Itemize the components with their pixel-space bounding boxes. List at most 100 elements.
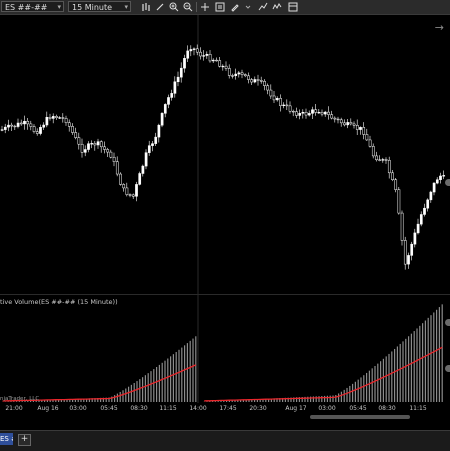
volume-panel-handle-top[interactable]	[445, 319, 450, 326]
candle-body	[228, 68, 230, 75]
candle-body	[180, 68, 182, 77]
candle-body	[302, 112, 304, 113]
candle-body	[289, 106, 291, 111]
candle-body	[417, 224, 419, 233]
candle-body	[286, 105, 288, 106]
candle-body	[334, 118, 336, 119]
indicator-label: tive Volume(ES ##-## (15 Minute))	[0, 298, 118, 306]
volume-bar	[122, 390, 123, 402]
candle-body	[238, 73, 240, 74]
candle-body	[385, 160, 387, 161]
volume-bar	[425, 321, 426, 402]
candle-body	[219, 61, 221, 67]
volume-bar	[419, 326, 420, 402]
candle-body	[308, 113, 310, 115]
volume-bar	[430, 315, 431, 402]
candle-body	[129, 195, 131, 196]
x-tick: 03:00	[318, 405, 335, 412]
volume-bar	[377, 364, 378, 402]
candle-body	[305, 112, 307, 115]
candle-body	[363, 127, 365, 134]
data-box-icon[interactable]	[215, 2, 225, 12]
properties-icon[interactable]	[288, 2, 298, 12]
instrument-selector[interactable]: ES ##-## ▾	[1, 1, 64, 12]
cumulative-volume-line	[204, 347, 442, 401]
strategy-icon[interactable]	[258, 2, 268, 12]
price-panel-handle[interactable]	[445, 179, 450, 186]
volume-bar	[181, 348, 182, 402]
volume-bar	[178, 350, 179, 402]
candle-body	[315, 110, 317, 113]
drawing-tools-chevron-icon[interactable]	[243, 2, 253, 12]
candle-body	[30, 124, 32, 127]
x-axis: 21:00 Aug 16 03:00 05:45 08:30 11:15 14:…	[0, 402, 450, 425]
price-panel[interactable]: →	[0, 15, 450, 294]
crosshair-icon[interactable]	[200, 2, 210, 12]
volume-bar	[167, 359, 168, 402]
drawing-tools-icon[interactable]	[230, 2, 240, 12]
volume-bar	[195, 336, 196, 402]
x-tick: 08:30	[378, 405, 395, 412]
candle-body	[27, 121, 29, 124]
candle-body	[254, 79, 256, 82]
candle-body	[430, 192, 432, 200]
volume-bar	[408, 336, 409, 402]
candle-body	[187, 51, 189, 58]
volume-bar	[128, 387, 129, 402]
candle-body	[251, 80, 253, 82]
draw-icon[interactable]	[155, 2, 165, 12]
volume-bar	[352, 384, 353, 402]
candle-body	[17, 123, 19, 127]
volume-bar	[374, 366, 375, 402]
zoom-in-icon[interactable]	[169, 2, 179, 12]
candle-body	[414, 233, 416, 244]
candle-body	[247, 76, 249, 80]
candle-body	[97, 142, 99, 145]
candle-body	[433, 183, 435, 192]
volume-bar	[411, 334, 412, 402]
candle-body	[411, 244, 413, 255]
chart-toolbar: ES ##-## ▾ 15 Minute ▾	[0, 0, 450, 15]
add-tab-button[interactable]: +	[18, 434, 31, 446]
candle-body	[206, 54, 208, 55]
candle-body	[283, 105, 285, 106]
candle-body	[267, 86, 269, 90]
chart-area[interactable]: → tive Volume(ES ##-## (15 Minute)) njaT…	[0, 15, 450, 425]
candle-body	[225, 66, 227, 68]
horizontal-scrollbar[interactable]	[310, 415, 410, 419]
candle-body	[372, 146, 374, 156]
volume-bar	[397, 346, 398, 402]
x-tick: Aug 17	[285, 405, 306, 412]
candle-body	[423, 208, 425, 214]
candle-body	[331, 115, 333, 118]
chart-tab-bar: ES ##-## +	[0, 430, 450, 451]
candle-body	[295, 112, 297, 116]
volume-bar	[344, 390, 345, 402]
interval-value: 15 Minute	[72, 3, 112, 12]
scroll-right-arrow-icon[interactable]: →	[435, 21, 444, 34]
volume-panel-handle-bottom[interactable]	[445, 365, 450, 372]
candle-body	[1, 130, 3, 131]
volume-bar	[117, 394, 118, 402]
x-tick: 20:30	[249, 405, 266, 412]
interval-selector[interactable]: 15 Minute ▾	[68, 1, 131, 12]
zoom-out-icon[interactable]	[183, 2, 193, 12]
candle-body	[23, 121, 25, 124]
volume-bar	[145, 375, 146, 402]
candle-body	[84, 150, 86, 153]
candle-body	[209, 54, 211, 61]
volume-bar	[369, 371, 370, 402]
candle-body	[94, 143, 96, 145]
bar-type-icon[interactable]	[141, 2, 151, 12]
candle-body	[155, 137, 157, 144]
candle-body	[107, 149, 109, 152]
candle-body	[299, 113, 301, 115]
volume-panel[interactable]: tive Volume(ES ##-## (15 Minute)) njaTra…	[0, 294, 450, 403]
x-tick: Aug 16	[37, 405, 58, 412]
volume-bar	[436, 310, 437, 402]
x-tick: 03:00	[69, 405, 86, 412]
tab-es[interactable]: ES ##-##	[0, 433, 13, 445]
volume-bar	[405, 339, 406, 402]
candle-body	[407, 255, 409, 264]
indicator-icon[interactable]	[272, 2, 282, 12]
